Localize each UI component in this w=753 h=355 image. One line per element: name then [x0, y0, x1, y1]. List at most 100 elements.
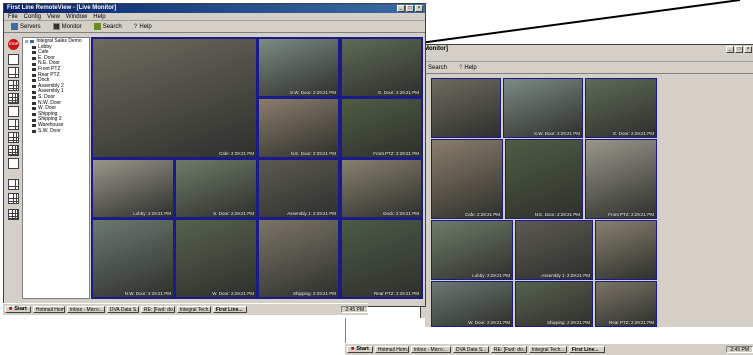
back-system-tray: 2:45 PM: [726, 346, 753, 353]
front-camera-tile[interactable]: S. Door: 2:29:21 PM: [175, 159, 257, 218]
back-menubar: [421, 54, 753, 62]
back-camera-tile[interactable]: W. Door: 2:29:21 PM: [431, 281, 513, 327]
front-camera-tile[interactable]: N.E. Door: 2:29:21 PM: [258, 98, 339, 158]
front-start-button[interactable]: ■ Start: [5, 306, 31, 313]
front-task-1[interactable]: Inbox - Micro...: [66, 306, 105, 313]
back-task-2[interactable]: DVA Data S...: [452, 346, 489, 353]
back-camera-tile[interactable]: S.W. Door: 2:29:21 PM: [503, 78, 583, 138]
front-camera-tile[interactable]: Rear PTZ: 2:29:21 PM: [341, 219, 422, 298]
front-task-3[interactable]: RE: [Fwd: do...: [140, 306, 175, 313]
grid-layout-icon[interactable]: [8, 132, 19, 143]
camera-icon: [32, 68, 36, 72]
back-camera-tile[interactable]: E. Door: 2:29:21 PM: [585, 78, 657, 138]
help-button[interactable]: ? Help: [129, 21, 156, 32]
grid-layout-icon[interactable]: [8, 93, 19, 104]
servers-button[interactable]: Servers: [7, 21, 45, 32]
back-clock: 2:45 PM: [730, 347, 749, 353]
back-task-3[interactable]: RE: [Fwd: do...: [490, 346, 527, 353]
camera-timestamp: S.W. Door: 2:29:21 PM: [533, 131, 580, 136]
front-camera-tile[interactable]: Assembly 1: 2:29:21 PM: [258, 159, 339, 218]
grid-layout-icon[interactable]: [8, 179, 19, 190]
grid-layout-icon[interactable]: [8, 209, 19, 220]
back-window: Monitor] _ □ × Search ? Help S.W. Door: 2…: [420, 44, 753, 327]
front-task-0[interactable]: Hotmail Hom...: [32, 306, 65, 313]
front-clock: 2:45 PM: [345, 307, 364, 313]
back-window-controls: _ □ ×: [726, 46, 752, 53]
back-maximize-button[interactable]: □: [735, 46, 743, 53]
grid-layout-icon[interactable]: [8, 119, 19, 130]
front-camera-tile[interactable]: Cafe: 2:29:21 PM: [92, 38, 257, 158]
camera-timestamp: E. Door: 2:29:21 PM: [613, 131, 654, 136]
back-camera-tile[interactable]: Front PTZ: 2:29:21 PM: [585, 139, 657, 219]
question-icon: ?: [133, 23, 138, 30]
menu-file[interactable]: File: [8, 13, 18, 20]
back-task-1[interactable]: Inbox - Micro...: [410, 346, 451, 353]
camera-icon: [32, 45, 36, 49]
back-camera-tile[interactable]: N.E. Door: 2:29:21 PM: [505, 139, 583, 219]
grid-layout-icon[interactable]: [8, 54, 19, 65]
back-camera-tile[interactable]: Assembly 1: 2:29:21 PM: [515, 220, 593, 280]
back-search-button[interactable]: Search: [424, 62, 452, 73]
camera-timestamp: E. Door: 2:29:21 PM: [378, 90, 419, 95]
grid-layout-icon[interactable]: [8, 158, 19, 169]
camera-icon: [32, 129, 36, 133]
front-camera-tile[interactable]: E. Door: 2:29:21 PM: [341, 38, 422, 97]
front-camera-tile[interactable]: Lobby: 2:29:21 PM: [92, 159, 174, 218]
camera-timestamp: Shipping: 2:29:21 PM: [546, 320, 590, 325]
camera-timestamp: N.E. Door: 2:29:21 PM: [290, 151, 336, 156]
front-camera-tile[interactable]: W. Door: 2:29:21 PM: [175, 219, 257, 298]
back-camera-tile[interactable]: Shipping: 2:29:21 PM: [515, 281, 593, 327]
monitor-button[interactable]: Monitor: [48, 21, 86, 32]
search-button[interactable]: Search: [89, 21, 126, 32]
menu-view[interactable]: View: [47, 13, 60, 20]
grid-layout-icon[interactable]: [8, 145, 19, 156]
camera-timestamp: N.E. Door: 2:29:21 PM: [534, 212, 580, 217]
front-camera-tile[interactable]: Dock: 2:29:21 PM: [341, 159, 422, 218]
back-task-4[interactable]: Integral Tech...: [528, 346, 567, 353]
back-task-0[interactable]: Hotmail Hom...: [374, 346, 409, 353]
front-camera-tile[interactable]: Shipping: 2:29:21 PM: [258, 219, 339, 298]
back-start-button[interactable]: ■ Start: [347, 346, 373, 353]
tree-camera-item[interactable]: S.W. Door: [32, 128, 87, 135]
front-task-4[interactable]: Integral Tech...: [176, 306, 211, 313]
front-toolbar: Servers Monitor Search ? Help: [4, 21, 425, 33]
grid-layout-icon[interactable]: [8, 106, 19, 117]
back-camera-tile[interactable]: Rear PTZ: 2:29:21 PM: [595, 281, 657, 327]
camera-tree: ⊟ Integral Sales Demo Lobby Cafe E. Door N.E…: [22, 37, 90, 299]
grid-layout-icon[interactable]: [8, 80, 19, 91]
camera-icon: [32, 101, 36, 105]
collapse-icon: ⊟: [25, 39, 29, 44]
front-window: First Line RemoteView - [Live Monitor] _…: [3, 3, 426, 307]
back-help-button[interactable]: ? Help: [455, 62, 481, 73]
front-maximize-button[interactable]: □: [406, 5, 414, 12]
back-close-button[interactable]: ×: [744, 46, 752, 53]
grid-layout-icon[interactable]: [8, 193, 19, 204]
camera-icon: [32, 118, 36, 122]
tree-camera-list: Lobby Cafe E. Door N.E. Door Front PTZ Rear P…: [25, 44, 87, 135]
camera-timestamp: Cafe: 2:29:21 PM: [464, 212, 500, 217]
front-system-tray: 2:45 PM: [341, 306, 368, 313]
menu-config[interactable]: Config: [24, 13, 41, 20]
front-minimize-button[interactable]: _: [397, 5, 405, 12]
back-taskbar: ■ Start Hotmail Hom... Inbox - Micro... D…: [345, 343, 753, 355]
camera-icon: [32, 62, 36, 66]
server-icon: [11, 23, 18, 30]
front-task-2[interactable]: DVA Data S...: [106, 306, 139, 313]
back-camera-tile[interactable]: Cafe: 2:29:21 PM: [431, 139, 503, 219]
back-camera-tile[interactable]: Lobby: 2:29:21 PM: [431, 220, 513, 280]
front-camera-tile[interactable]: S.W. Door: 2:29:21 PM: [258, 38, 339, 97]
back-task-5[interactable]: First Line...: [568, 346, 605, 353]
front-task-5[interactable]: First Line...: [212, 306, 247, 313]
front-camera-tile[interactable]: N.W. Door: 2:29:21 PM: [92, 219, 174, 298]
back-minimize-button[interactable]: _: [726, 46, 734, 53]
grid-layout-icon[interactable]: [8, 67, 19, 78]
back-window-title: Monitor]: [421, 45, 753, 54]
menu-help[interactable]: Help: [93, 13, 105, 20]
front-camera-tile[interactable]: Front PTZ: 2:29:21 PM: [341, 98, 422, 158]
menu-window[interactable]: Window: [66, 13, 87, 20]
front-close-button[interactable]: ×: [415, 5, 423, 12]
back-camera-tile[interactable]: [431, 78, 501, 138]
stop-icon[interactable]: STOP: [8, 39, 19, 50]
screenshot-composite: Monitor] _ □ × Search ? Help S.W. Door: 2…: [0, 0, 753, 355]
back-camera-tile[interactable]: [595, 220, 657, 280]
